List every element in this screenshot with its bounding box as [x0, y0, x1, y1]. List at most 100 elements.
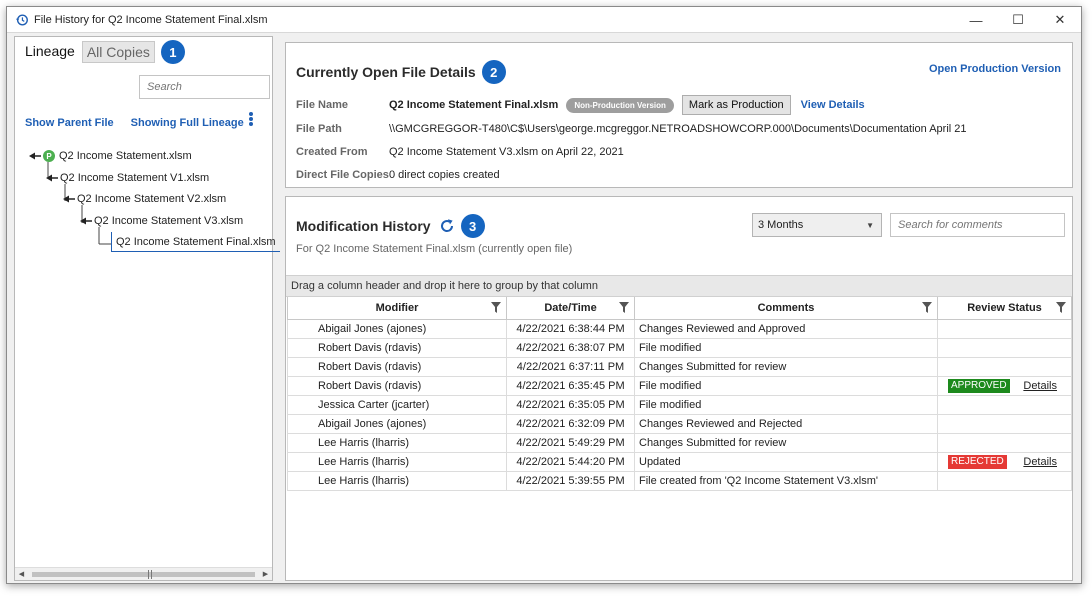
cell-comment: Changes Reviewed and Approved [634, 319, 938, 339]
created-from-label: Created From [296, 146, 368, 158]
tree-item-root[interactable]: P Q2 Income Statement.xlsm [29, 147, 192, 165]
table-row[interactable]: Robert Davis (rdavis) 4/22/2021 6:38:07 P… [287, 338, 1072, 358]
chevron-down-icon: ▼ [866, 220, 874, 230]
details-title-row: Currently Open File Details 2 [296, 60, 506, 84]
tree-item-label: Q2 Income Statement.xlsm [59, 150, 192, 162]
table-row[interactable]: Abigail Jones (ajones) 4/22/2021 6:32:09 … [287, 414, 1072, 434]
history-title-row: Modification History 3 [296, 214, 485, 238]
cell-modifier: Robert Davis (rdavis) [287, 357, 507, 377]
history-table-body: Abigail Jones (ajones) 4/22/2021 6:38:44 … [287, 319, 1072, 491]
cell-review-status [937, 414, 1072, 434]
history-subtitle: For Q2 Income Statement Final.xlsm (curr… [296, 243, 573, 255]
cell-review-status: APPROVED Details [937, 376, 1072, 396]
lineage-pane: Lineage All Copies 1 Show Parent File Sh… [14, 36, 280, 581]
cell-modifier: Jessica Carter (jcarter) [287, 395, 507, 415]
cell-comment: File modified [634, 395, 938, 415]
scroll-left-icon[interactable]: ◀ [15, 568, 28, 581]
scroll-thumb[interactable] [148, 569, 152, 579]
callout-badge-3: 3 [460, 214, 485, 238]
horizontal-scrollbar[interactable]: ◀ ▶ [15, 567, 272, 580]
filter-icon[interactable] [922, 302, 932, 313]
cell-review-status [937, 338, 1072, 358]
cell-datetime: 4/22/2021 6:38:07 PM [506, 338, 635, 358]
review-details-link[interactable]: Details [1023, 380, 1057, 392]
window-controls: — ☐ ✕ [955, 7, 1081, 33]
table-row[interactable]: Robert Davis (rdavis) 4/22/2021 6:37:11 P… [287, 357, 1072, 377]
table-row[interactable]: Lee Harris (lharris) 4/22/2021 5:44:20 PM… [287, 452, 1072, 472]
table-row[interactable]: Abigail Jones (ajones) 4/22/2021 6:38:44 … [287, 319, 1072, 339]
cell-comment: File modified [634, 376, 938, 396]
tree-item-final[interactable]: Q2 Income Statement Final.xlsm [111, 232, 280, 252]
file-name-value: Q2 Income Statement Final.xlsm [389, 99, 559, 111]
review-status-badge: APPROVED [948, 378, 1010, 393]
column-header-comments[interactable]: Comments [634, 297, 938, 320]
view-details-link[interactable]: View Details [801, 99, 865, 111]
column-header-datetime[interactable]: Date/Time [506, 297, 635, 320]
scroll-track[interactable] [32, 569, 255, 579]
filter-icon[interactable] [1056, 302, 1066, 313]
cell-datetime: 4/22/2021 6:35:05 PM [506, 395, 635, 415]
comment-search-input[interactable] [890, 213, 1065, 237]
lineage-tree: P Q2 Income Statement.xlsm Q2 Income Sta… [15, 37, 280, 557]
cell-review-status [937, 357, 1072, 377]
modification-history-panel: Modification History 3 For Q2 Income Sta… [285, 196, 1073, 581]
cell-datetime: 4/22/2021 6:32:09 PM [506, 414, 635, 434]
tree-item-v1[interactable]: Q2 Income Statement V1.xlsm [46, 169, 209, 187]
cell-comment: Changes Submitted for review [634, 357, 938, 377]
tree-item-v2[interactable]: Q2 Income Statement V2.xlsm [63, 190, 226, 208]
details-title: Currently Open File Details [296, 64, 476, 80]
non-production-pill: Non-Production Version [566, 97, 674, 113]
created-from-value: Q2 Income Statement V3.xlsm on April 22,… [389, 146, 624, 158]
table-header-row: Modifier Date/Time Comments Review Statu… [287, 297, 1072, 320]
group-by-bar[interactable]: Drag a column header and drop it here to… [286, 275, 1072, 297]
review-status-badge: REJECTED [948, 454, 1007, 469]
cell-modifier: Abigail Jones (ajones) [287, 319, 507, 339]
file-name-row: File Name Q2 Income Statement Final.xlsm… [296, 95, 865, 115]
maximize-button[interactable]: ☐ [997, 7, 1039, 33]
history-icon [15, 13, 28, 26]
tree-item-label: Q2 Income Statement V3.xlsm [94, 215, 244, 227]
cell-modifier: Robert Davis (rdavis) [287, 376, 507, 396]
cell-datetime: 4/22/2021 5:49:29 PM [506, 433, 635, 453]
direct-copies-row: Direct File Copies 0 direct copies creat… [296, 165, 500, 185]
cell-datetime: 4/22/2021 6:37:11 PM [506, 357, 635, 377]
mark-as-production-button[interactable]: Mark as Production [681, 95, 791, 115]
column-header-review-status[interactable]: Review Status [937, 297, 1072, 320]
cell-modifier: Lee Harris (lharris) [287, 471, 507, 491]
cell-modifier: Abigail Jones (ajones) [287, 414, 507, 434]
cell-datetime: 4/22/2021 5:39:55 PM [506, 471, 635, 491]
cell-modifier: Robert Davis (rdavis) [287, 338, 507, 358]
production-badge-icon: P [43, 150, 55, 162]
table-row[interactable]: Jessica Carter (jcarter) 4/22/2021 6:35:0… [287, 395, 1072, 415]
table-row[interactable]: Lee Harris (lharris) 4/22/2021 5:39:55 PM… [287, 471, 1072, 491]
arrow-left-icon [29, 152, 41, 160]
time-range-value: 3 Months [758, 219, 804, 231]
filter-icon[interactable] [619, 302, 629, 313]
close-button[interactable]: ✕ [1039, 7, 1081, 33]
review-details-link[interactable]: Details [1023, 456, 1057, 468]
cell-review-status: REJECTED Details [937, 452, 1072, 472]
filter-icon[interactable] [491, 302, 501, 313]
cell-review-status [937, 395, 1072, 415]
cell-modifier: Lee Harris (lharris) [287, 433, 507, 453]
arrow-left-icon [46, 174, 58, 182]
table-row[interactable]: Lee Harris (lharris) 4/22/2021 5:49:29 PM… [287, 433, 1072, 453]
tree-item-v3[interactable]: Q2 Income Statement V3.xlsm [80, 212, 243, 230]
cell-review-status [937, 319, 1072, 339]
column-header-modifier[interactable]: Modifier [287, 297, 507, 320]
direct-copies-label: Direct File Copies [296, 169, 389, 181]
window-title: File History for Q2 Income Statement Fin… [34, 13, 268, 26]
tree-item-label: Q2 Income Statement V1.xlsm [60, 172, 210, 184]
open-production-version-link[interactable]: Open Production Version [929, 63, 1061, 75]
cell-comment: File created from 'Q2 Income Statement V… [634, 471, 938, 491]
refresh-icon[interactable] [439, 218, 455, 234]
cell-datetime: 4/22/2021 6:35:45 PM [506, 376, 635, 396]
history-title: Modification History [296, 218, 431, 234]
file-path-value: \\GMCGREGGOR-T480\C$\Users\george.mcgreg… [389, 123, 967, 135]
minimize-button[interactable]: — [955, 7, 997, 33]
cell-comment: Changes Submitted for review [634, 433, 938, 453]
cell-datetime: 4/22/2021 5:44:20 PM [506, 452, 635, 472]
time-range-select[interactable]: 3 Months ▼ [752, 213, 882, 237]
table-row[interactable]: Robert Davis (rdavis) 4/22/2021 6:35:45 P… [287, 376, 1072, 396]
scroll-right-icon[interactable]: ▶ [259, 568, 272, 581]
